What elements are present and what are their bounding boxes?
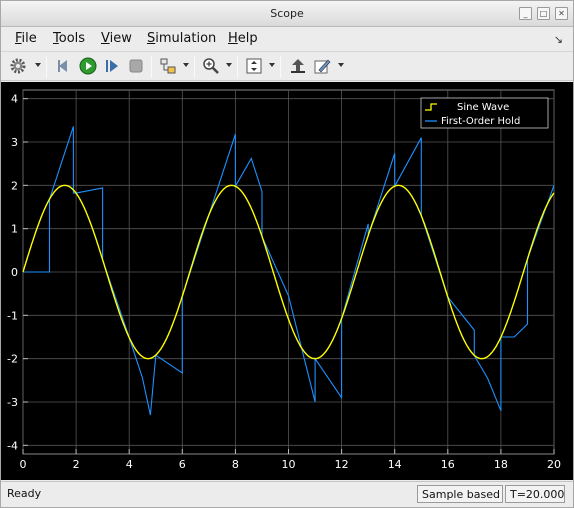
menu-file[interactable]: File: [15, 31, 37, 46]
grid: [22, 89, 555, 455]
toolbar-separator: [194, 56, 195, 78]
y-tick-label: 3: [11, 136, 18, 149]
x-tick-label: 16: [441, 458, 455, 471]
x-tick-label: 20: [547, 458, 561, 471]
toolbar-separator: [237, 56, 238, 78]
menu-help[interactable]: Help: [228, 31, 258, 46]
y-tick-label: 4: [11, 93, 18, 106]
status-bar: Ready Sample based T=20.000: [1, 481, 573, 507]
y-tick-label: -4: [7, 439, 18, 452]
y-tick-label: 2: [11, 179, 18, 192]
stop-icon[interactable]: [125, 55, 147, 77]
style-dropdown-icon[interactable]: [338, 63, 344, 67]
legend-label-sine: Sine Wave: [457, 102, 509, 113]
x-tick-label: 14: [388, 458, 402, 471]
style-icon[interactable]: [311, 55, 333, 77]
status-ready: Ready: [7, 487, 42, 500]
settings-dropdown-icon[interactable]: [35, 63, 41, 67]
zoom-dropdown-icon[interactable]: [226, 63, 232, 67]
window-title: Scope: [270, 7, 304, 20]
legend-label-foh: First-Order Hold: [441, 116, 520, 127]
y-tick-label: -1: [7, 309, 18, 322]
x-tick-label: 0: [20, 458, 27, 471]
maximize-button[interactable]: □: [537, 7, 550, 20]
step-forward-icon[interactable]: [101, 55, 123, 77]
x-tick-label: 12: [335, 458, 349, 471]
x-tick-label: 4: [126, 458, 133, 471]
legend[interactable]: Sine Wave First-Order Hold: [420, 97, 549, 129]
scope-window: Scope _ □ ✕ File Tools View Simulation H…: [0, 0, 574, 508]
x-tick-label: 6: [179, 458, 186, 471]
y-tick-label: 0: [11, 266, 18, 279]
time-indicator: T=20.000: [505, 485, 565, 503]
step-back-icon[interactable]: [53, 55, 75, 77]
menu-bar: File Tools View Simulation Help ↘: [1, 27, 573, 51]
restore-view-icon[interactable]: [287, 55, 309, 77]
x-tick-label: 10: [282, 458, 296, 471]
minimize-button[interactable]: _: [519, 7, 532, 20]
run-icon[interactable]: [77, 55, 99, 77]
scope-plot[interactable]: 0 2 4 6 8 10 12 14 16 18 20 4 3 2 1 0 -1 -2 -3 -4 Sine Wave…: [1, 82, 573, 480]
highlight-block-icon[interactable]: [157, 55, 179, 77]
title-bar: Scope _ □ ✕: [1, 1, 573, 27]
sample-mode-indicator: Sample based: [417, 485, 503, 503]
dock-icon[interactable]: ↘: [554, 33, 563, 46]
x-tick-label: 8: [232, 458, 239, 471]
x-tick-label: 18: [494, 458, 508, 471]
chart-svg[interactable]: 0 2 4 6 8 10 12 14 16 18 2043210-1-2-3-4 Sine Wave…: [1, 82, 573, 480]
toolbar-separator: [280, 56, 281, 78]
toolbar: [1, 51, 573, 81]
menu-tools[interactable]: Tools: [53, 31, 85, 46]
toolbar-separator: [46, 56, 47, 78]
menu-view[interactable]: View: [101, 31, 132, 46]
scale-axes-icon[interactable]: [243, 55, 265, 77]
scale-dropdown-icon[interactable]: [269, 63, 275, 67]
menu-simulation[interactable]: Simulation: [147, 31, 216, 46]
highlight-dropdown-icon[interactable]: [183, 63, 189, 67]
close-button[interactable]: ✕: [555, 7, 568, 20]
y-tick-label: -3: [7, 396, 18, 409]
toolbar-separator: [151, 56, 152, 78]
x-tick-label: 2: [73, 458, 80, 471]
settings-icon[interactable]: [7, 55, 29, 77]
y-tick-label: -2: [7, 353, 18, 366]
tick-labels: 0 2 4 6 8 10 12 14 16 18 2043210-1-2-3-4: [7, 93, 561, 471]
y-tick-label: 1: [11, 223, 18, 236]
zoom-in-icon[interactable]: [200, 55, 222, 77]
